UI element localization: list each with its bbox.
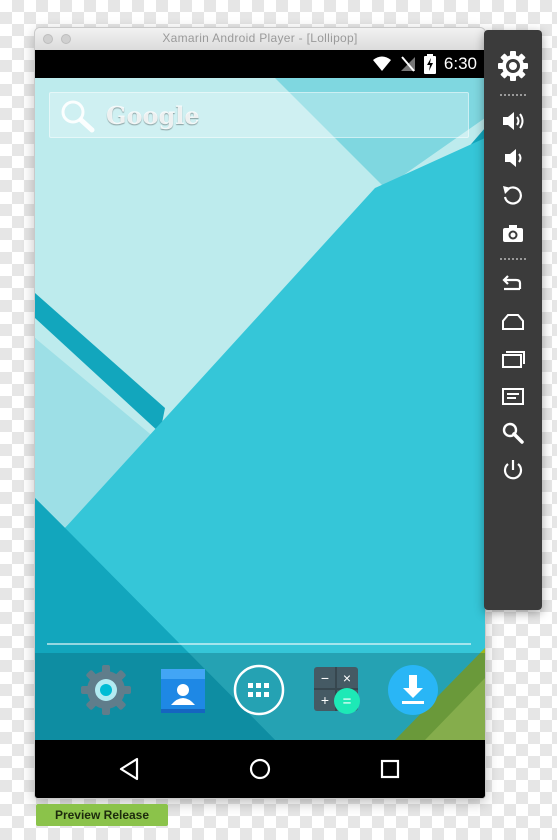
downloads-app[interactable] [386,663,440,717]
settings-gear-icon[interactable] [497,50,529,82]
home-wallpaper[interactable]: Google − × + = [35,78,485,740]
search-icon[interactable] [500,420,526,446]
home-icon[interactable] [245,754,275,784]
status-bar: 6:30 [35,50,485,78]
calculator-app[interactable]: − × + = [309,663,363,717]
emulator-window: Xamarin Android Player - [Lollipop] 6:30 [35,28,485,798]
camera-icon[interactable] [500,220,526,246]
app-drawer[interactable] [232,663,286,717]
search-icon [61,100,95,133]
recents-icon[interactable] [375,754,405,784]
volume-down-icon[interactable] [500,145,526,171]
app-dock: − × + = [35,663,485,723]
status-time: 6:30 [443,54,477,73]
gear-icon [81,665,131,715]
home-icon[interactable] [500,309,526,335]
dock-divider [47,643,471,645]
no-signal-icon [400,56,415,72]
google-label: Google [106,101,200,130]
wifi-icon [372,56,391,71]
svg-text:−: − [321,670,329,686]
download-arrow-icon [388,665,438,715]
preview-release-badge: Preview Release [36,804,168,826]
navigation-bar [35,740,485,798]
power-icon[interactable] [500,457,526,483]
emulator-controls-panel [484,30,542,610]
contacts-app[interactable] [156,663,210,717]
title-bar[interactable]: Xamarin Android Player - [Lollipop] [35,28,485,51]
battery-charging-icon [423,54,436,74]
svg-text:+: + [321,692,329,708]
material-wallpaper [35,78,485,740]
panel-separator [500,94,526,96]
device-screen[interactable]: 6:30 Google − × + = [35,50,485,798]
svg-text:=: = [343,693,352,710]
volume-up-icon[interactable] [500,108,526,134]
svg-text:×: × [343,670,351,686]
contact-card-icon [161,669,205,713]
back-icon[interactable] [115,754,145,784]
calculator-icon: − × + = [314,667,360,714]
rotate-icon[interactable] [500,182,526,208]
panel-separator [500,258,526,260]
menu-icon[interactable] [500,383,526,409]
google-search-widget[interactable]: Google [49,92,469,138]
back-icon[interactable] [500,271,526,297]
recents-icon[interactable] [500,346,526,372]
grid-dots-icon [233,664,285,716]
window-title: Xamarin Android Player - [Lollipop] [162,31,358,45]
settings-app[interactable] [79,663,133,717]
